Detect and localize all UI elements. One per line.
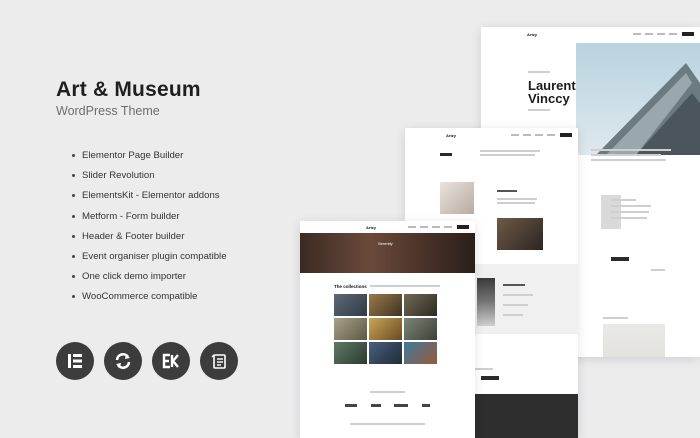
metform-icon (211, 354, 226, 369)
building-image (596, 63, 700, 155)
mockup-nav: Artzy (481, 27, 700, 41)
artwork-grid (334, 294, 437, 364)
artist-photo (440, 182, 474, 214)
mockup-logo: Artzy (366, 224, 377, 230)
feature-item: Header & Footer builder (72, 231, 227, 251)
museum-banner (300, 233, 475, 273)
mockup-collections: Artzy Serenity The collections (300, 221, 475, 438)
plugin-badges (56, 342, 238, 380)
mockup-logo: Artzy (446, 132, 457, 138)
gallery-photo (497, 218, 543, 250)
slider-revolution-badge (104, 342, 142, 380)
elementor-badge (56, 342, 94, 380)
feature-item: One click demo importer (72, 271, 227, 291)
mockup-nav: Artzy (405, 128, 578, 142)
metform-badge (200, 342, 238, 380)
elementskit-badge (152, 342, 190, 380)
feature-item: WooCommerce compatible (72, 291, 227, 311)
elementskit-icon (162, 353, 179, 369)
mockup-logo: Artzy (527, 31, 538, 37)
collections-title: The collections (334, 284, 367, 289)
slider-revolution-icon (115, 353, 131, 369)
feature-item: ElementsKit - Elementor addons (72, 190, 227, 210)
elementor-icon (68, 354, 82, 368)
mockup-nav: Artzy (300, 221, 475, 233)
feature-item: Metform - Form builder (72, 211, 227, 231)
page-title: Art & Museum (56, 78, 201, 101)
feature-item: Slider Revolution (72, 170, 227, 190)
feature-item: Event organiser plugin compatible (72, 251, 227, 271)
hero-heading: Laurent Vinccy (528, 78, 576, 106)
page-subtitle: WordPress Theme (56, 104, 160, 118)
feature-list: Elementor Page Builder Slider Revolution… (72, 150, 227, 312)
feature-item: Elementor Page Builder (72, 150, 227, 170)
